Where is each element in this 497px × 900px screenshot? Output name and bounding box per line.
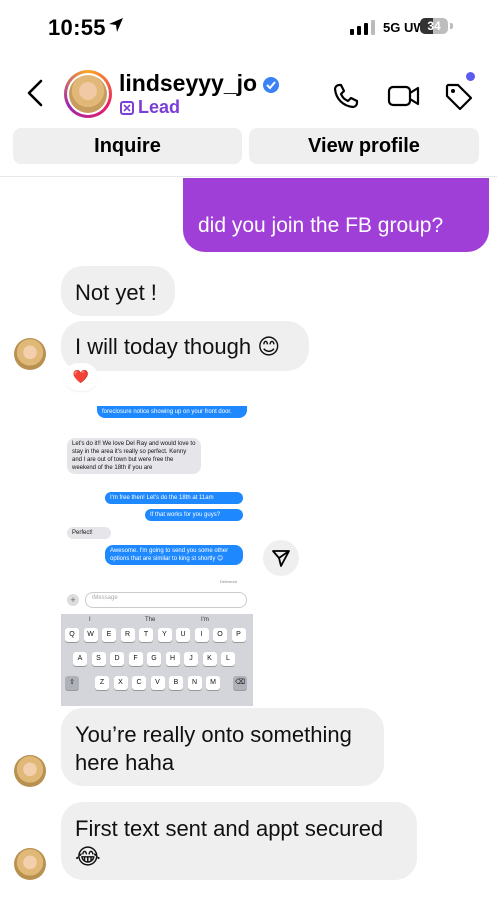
shot-message-gray: Perfect! (67, 527, 111, 539)
shot-suggestion: I'm (201, 617, 209, 623)
shot-key: A (73, 652, 87, 666)
incoming-message-text: You’re really onto something (75, 722, 352, 747)
lead-tag-icon (120, 100, 134, 115)
incoming-message-text: Not yet ! (75, 280, 157, 305)
share-button[interactable] (263, 540, 299, 576)
notification-dot (466, 72, 475, 81)
shot-key: U (176, 628, 190, 642)
shot-message-gray: Let's do it!! We love Del Ray and would … (67, 438, 201, 474)
shot-suggestion: The (145, 617, 156, 623)
back-chevron-icon[interactable] (26, 78, 44, 108)
lead-label[interactable]: Lead (120, 97, 180, 118)
phone-call-icon[interactable] (332, 82, 360, 110)
shot-key: X (113, 676, 128, 690)
heart-reaction-emoji: ❤️ (72, 369, 90, 384)
incoming-message[interactable]: You’re really onto something here haha (61, 708, 384, 786)
sender-avatar[interactable] (14, 338, 46, 370)
shot-key: D (110, 652, 124, 666)
shot-key: N (187, 676, 202, 690)
status-bar: 10:55 5G UW 34 (0, 0, 497, 52)
shot-message-placeholder: iMessage (92, 595, 118, 601)
view-profile-button[interactable]: View profile (249, 128, 479, 164)
shot-key: Q (65, 628, 79, 642)
shot-message-blue: foreclosure notice showing up on your fr… (97, 406, 247, 418)
location-arrow-icon (109, 18, 123, 32)
shot-key: H (165, 652, 180, 666)
shot-message-field: iMessage (85, 592, 247, 608)
shot-key: J (184, 652, 198, 666)
shot-key: P (231, 628, 246, 642)
outgoing-message[interactable]: did you join the FB group? (183, 178, 489, 252)
shot-key: E (102, 628, 116, 642)
header-divider (0, 176, 497, 177)
shared-screenshot-image[interactable]: foreclosure notice showing up on your fr… (61, 406, 253, 706)
shot-key: L (221, 652, 235, 666)
sender-avatar[interactable] (14, 755, 46, 787)
incoming-message[interactable]: I will today though 😊 (61, 321, 309, 371)
shot-shift-key: ⇧ (65, 676, 79, 690)
incoming-message[interactable]: First text sent and appt secured 😂 (61, 802, 417, 880)
shot-key: V (150, 676, 165, 690)
incoming-message-text: I will today though 😊 (75, 334, 281, 359)
shot-key: Y (157, 628, 172, 642)
inquire-button[interactable]: Inquire (13, 128, 242, 164)
incoming-message[interactable]: Not yet ! (61, 266, 175, 316)
heart-reaction[interactable]: ❤️ (66, 365, 96, 389)
profile-avatar[interactable] (64, 70, 112, 118)
cellular-signal-icon (350, 20, 375, 35)
sender-avatar[interactable] (14, 848, 46, 880)
lead-text: Lead (138, 97, 181, 117)
shot-key: O (213, 628, 227, 642)
shot-key: G (147, 652, 161, 666)
video-call-icon[interactable] (387, 82, 421, 110)
outgoing-message-text: did you join the FB group? (198, 214, 444, 237)
verified-badge-icon (263, 77, 279, 93)
shot-suggestion: I (89, 617, 91, 623)
shot-key: F (128, 652, 143, 666)
shot-message-blue: If that works for you guys? (145, 509, 243, 521)
shot-key: K (202, 652, 217, 666)
battery-icon: 34 (420, 18, 448, 34)
shot-key: Z (95, 676, 109, 690)
shot-delivered: Delivered (220, 579, 237, 584)
incoming-message-text: here haha (75, 750, 175, 775)
username[interactable]: lindseyyy_jo (119, 70, 257, 97)
shot-key: C (132, 676, 146, 690)
status-time: 10:55 (48, 15, 106, 40)
shot-key: T (139, 628, 153, 642)
shot-delete-key: ⌫ (233, 676, 247, 690)
shot-key: M (206, 676, 220, 690)
battery-cap (450, 23, 453, 29)
shot-keyboard: I The I'm Q W E R T Y U I O P A S D F G H J K L Z X C V B N M ⇧ ⌫ (61, 614, 253, 706)
chat-header: lindseyyy_jo Lead (0, 62, 497, 126)
shot-key: W (83, 628, 98, 642)
battery-level: 34 (427, 19, 441, 33)
incoming-message-text: 😂 (75, 844, 101, 869)
shot-message-blue: I'm free then! Let's do the 18th at 11am (105, 492, 243, 504)
shot-message-blue: Awesome. I'm going to send you some othe… (105, 545, 243, 565)
send-paper-plane-icon (272, 550, 290, 567)
incoming-message-text: First text sent and appt secured (75, 816, 384, 841)
shot-plus-icon: + (67, 594, 79, 606)
shot-key: B (169, 676, 183, 690)
shot-key: S (91, 652, 106, 666)
shot-key: R (120, 628, 135, 642)
label-tag-icon[interactable] (444, 82, 474, 112)
shot-key: I (194, 628, 209, 642)
